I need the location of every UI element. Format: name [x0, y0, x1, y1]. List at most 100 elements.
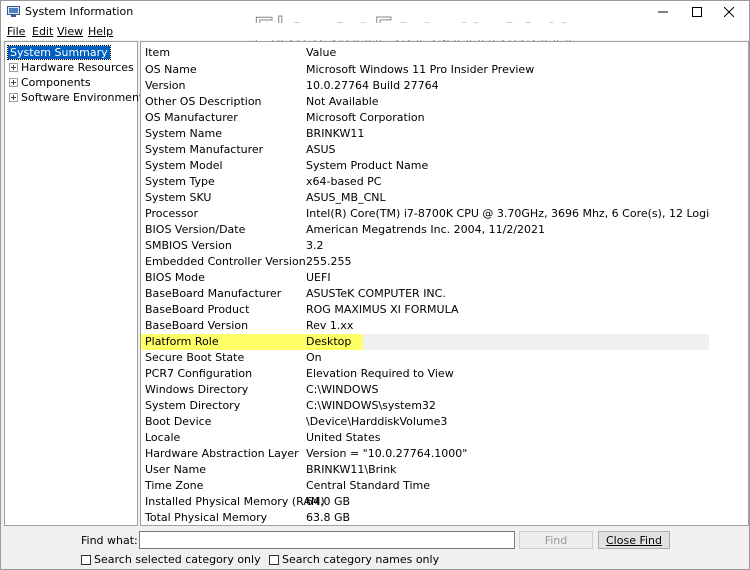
- row-value: 63.8 GB: [306, 511, 351, 524]
- row-item: Installed Physical Memory (RAM): [145, 495, 325, 508]
- title-bar[interactable]: System Information ElevenForum.com: [1, 1, 749, 52]
- checkbox-label: Search selected category only: [94, 553, 261, 566]
- close-window-button[interactable]: [709, 1, 749, 23]
- table-row[interactable]: Hardware Abstraction Layer Version = "10.…: [141, 446, 709, 462]
- table-row[interactable]: Total Physical Memory 63.8 GB: [141, 510, 709, 525]
- row-value: x64-based PC: [306, 175, 382, 188]
- table-row[interactable]: Windows Directory C:\WINDOWS: [141, 382, 709, 398]
- column-header-item[interactable]: Item: [145, 46, 170, 59]
- table-row[interactable]: BaseBoard Version Rev 1.xx: [141, 318, 709, 334]
- table-row[interactable]: Time Zone Central Standard Time: [141, 478, 709, 494]
- table-row[interactable]: User Name BRINKW11\Brink: [141, 462, 709, 478]
- expand-icon[interactable]: [9, 78, 18, 87]
- row-item: BaseBoard Manufacturer: [145, 287, 282, 300]
- menu-view[interactable]: View: [57, 25, 83, 38]
- row-value: American Megatrends Inc. 2004, 11/2/2021: [306, 223, 546, 236]
- column-header-value[interactable]: Value: [306, 46, 336, 59]
- table-row[interactable]: Embedded Controller Version 255.255: [141, 254, 709, 270]
- row-value: Elevation Required to View: [306, 367, 454, 380]
- row-item: OS Name: [145, 63, 197, 76]
- search-selected-category-checkbox[interactable]: Search selected category only: [81, 553, 261, 566]
- row-item: BIOS Version/Date: [145, 223, 246, 236]
- table-row[interactable]: SMBIOS Version 3.2: [141, 238, 709, 254]
- row-item: System SKU: [145, 191, 212, 204]
- maximize-icon: [692, 7, 702, 17]
- menu-edit[interactable]: Edit: [32, 25, 53, 38]
- minimize-icon: [658, 11, 668, 13]
- tree-item-system-summary[interactable]: System Summary: [7, 45, 111, 60]
- table-row[interactable]: Other OS Description Not Available: [141, 94, 709, 110]
- table-row[interactable]: Boot Device \Device\HarddiskVolume3: [141, 414, 709, 430]
- row-value: Intel(R) Core(TM) i7-8700K CPU @ 3.70GHz…: [306, 207, 749, 220]
- system-information-window: System Information ElevenForum.com File …: [0, 0, 750, 570]
- table-row[interactable]: Platform Role Desktop: [141, 334, 709, 350]
- search-category-names-checkbox[interactable]: Search category names only: [269, 553, 439, 566]
- row-item: System Type: [145, 175, 215, 188]
- table-row[interactable]: BaseBoard Manufacturer ASUSTeK COMPUTER I…: [141, 286, 709, 302]
- tree-item-label: Software Environment: [21, 91, 144, 104]
- row-value: Central Standard Time: [306, 479, 431, 492]
- checkbox-label: Search category names only: [282, 553, 440, 566]
- vertical-scrollbar[interactable]: [710, 42, 748, 525]
- row-value: 10.0.27764 Build 27764: [306, 79, 439, 92]
- row-value: United States: [306, 431, 381, 444]
- table-row[interactable]: OS Name Microsoft Windows 11 Pro Insider …: [141, 62, 709, 78]
- row-value: BRINKW11: [306, 127, 365, 140]
- table-row[interactable]: System Model System Product Name: [141, 158, 709, 174]
- table-row[interactable]: BIOS Version/Date American Megatrends Inc…: [141, 222, 709, 238]
- table-row[interactable]: Processor Intel(R) Core(TM) i7-8700K CPU …: [141, 206, 748, 222]
- expand-icon[interactable]: [9, 63, 18, 72]
- row-item: User Name: [145, 463, 207, 476]
- row-item: System Manufacturer: [145, 143, 264, 156]
- table-row[interactable]: Secure Boot State On: [141, 350, 709, 366]
- row-value: System Product Name: [306, 159, 429, 172]
- tree-item-label: System Summary: [7, 45, 111, 60]
- details-list[interactable]: Item Value OS Name Microsoft Windows 11 P…: [140, 41, 749, 526]
- row-item: Windows Directory: [145, 383, 249, 396]
- category-tree[interactable]: System Summary Hardware Resources Compon…: [4, 41, 143, 526]
- row-value: Microsoft Windows 11 Pro Insider Preview: [306, 63, 535, 76]
- table-row[interactable]: System Manufacturer ASUS: [141, 142, 709, 158]
- menu-bar: File Edit View Help: [1, 23, 749, 40]
- row-item: BaseBoard Version: [145, 319, 249, 332]
- tree-item-software-environment[interactable]: Software Environment: [9, 90, 143, 105]
- menu-edit-label: Edit: [32, 25, 54, 38]
- row-value: \Device\HarddiskVolume3: [306, 415, 448, 428]
- table-row[interactable]: BaseBoard Product ROG MAXIMUS XI FORMULA: [141, 302, 709, 318]
- row-item: BIOS Mode: [145, 271, 205, 284]
- menu-file[interactable]: File: [7, 25, 25, 38]
- find-button[interactable]: Find: [519, 531, 593, 549]
- table-row[interactable]: BIOS Mode UEFI: [141, 270, 709, 286]
- table-row[interactable]: System Type x64-based PC: [141, 174, 709, 190]
- table-row[interactable]: PCR7 Configuration Elevation Required to …: [141, 366, 709, 382]
- table-row[interactable]: Version 10.0.27764 Build 27764: [141, 78, 709, 94]
- find-what-input[interactable]: [139, 531, 515, 549]
- table-row[interactable]: System Directory C:\WINDOWS\system32: [141, 398, 709, 414]
- window-title: System Information: [25, 5, 134, 18]
- row-item: PCR7 Configuration: [145, 367, 253, 380]
- menu-help-label: Help: [88, 25, 114, 38]
- tree-item-hardware-resources[interactable]: Hardware Resources: [9, 60, 134, 75]
- tree-item-components[interactable]: Components: [9, 75, 91, 90]
- close-icon: [724, 7, 734, 17]
- row-item: SMBIOS Version: [145, 239, 232, 252]
- close-find-button-label: Close Find: [606, 533, 662, 547]
- checkbox-box[interactable]: [269, 554, 279, 565]
- checkbox-box[interactable]: [81, 554, 91, 565]
- system-information-app-icon: [7, 6, 20, 17]
- row-value: UEFI: [306, 271, 331, 284]
- row-item: Other OS Description: [145, 95, 262, 108]
- menu-help[interactable]: Help: [88, 25, 113, 38]
- table-row[interactable]: Installed Physical Memory (RAM) 64.0 GB: [141, 494, 709, 510]
- table-row[interactable]: Locale United States: [141, 430, 709, 446]
- table-row[interactable]: System SKU ASUS_MB_CNL: [141, 190, 709, 206]
- table-row[interactable]: System Name BRINKW11: [141, 126, 709, 142]
- table-row[interactable]: OS Manufacturer Microsoft Corporation: [141, 110, 709, 126]
- tree-item-label: Components: [21, 76, 91, 89]
- row-item: Hardware Abstraction Layer: [145, 447, 299, 460]
- row-item: Locale: [145, 431, 181, 444]
- expand-icon[interactable]: [9, 93, 18, 102]
- find-what-label: Find what:: [81, 534, 138, 547]
- close-find-button[interactable]: Close Find: [598, 531, 670, 549]
- row-value: C:\WINDOWS: [306, 383, 379, 396]
